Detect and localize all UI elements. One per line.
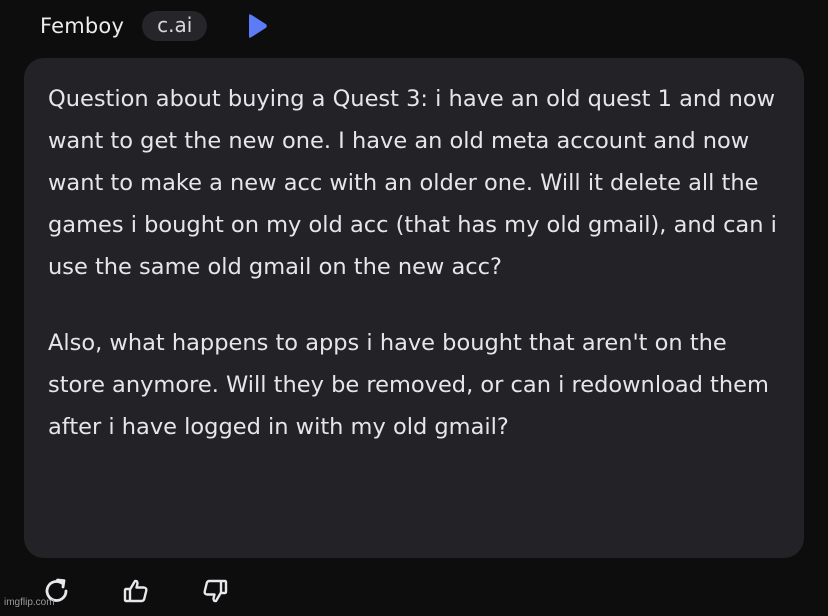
message-paragraph-1: Question about buying a Quest 3: i have … [48, 86, 777, 280]
chat-screen: Femboy c.ai Question about buying a Ques… [0, 0, 828, 616]
character-name[interactable]: Femboy [40, 14, 124, 38]
message-paragraph-2: Also, what happens to apps i have bought… [48, 330, 769, 440]
message-actions [40, 576, 277, 610]
thumbs-up-icon [121, 576, 151, 610]
message-bubble: Question about buying a Quest 3: i have … [24, 58, 804, 558]
thumbs-down-button[interactable] [198, 576, 232, 610]
message-header: Femboy c.ai [40, 8, 269, 44]
thumbs-up-button[interactable] [119, 576, 153, 610]
play-icon[interactable] [245, 12, 269, 40]
imgflip-watermark: imgflip.com [4, 597, 55, 608]
cai-badge: c.ai [142, 11, 208, 41]
thumbs-down-icon [200, 576, 230, 610]
